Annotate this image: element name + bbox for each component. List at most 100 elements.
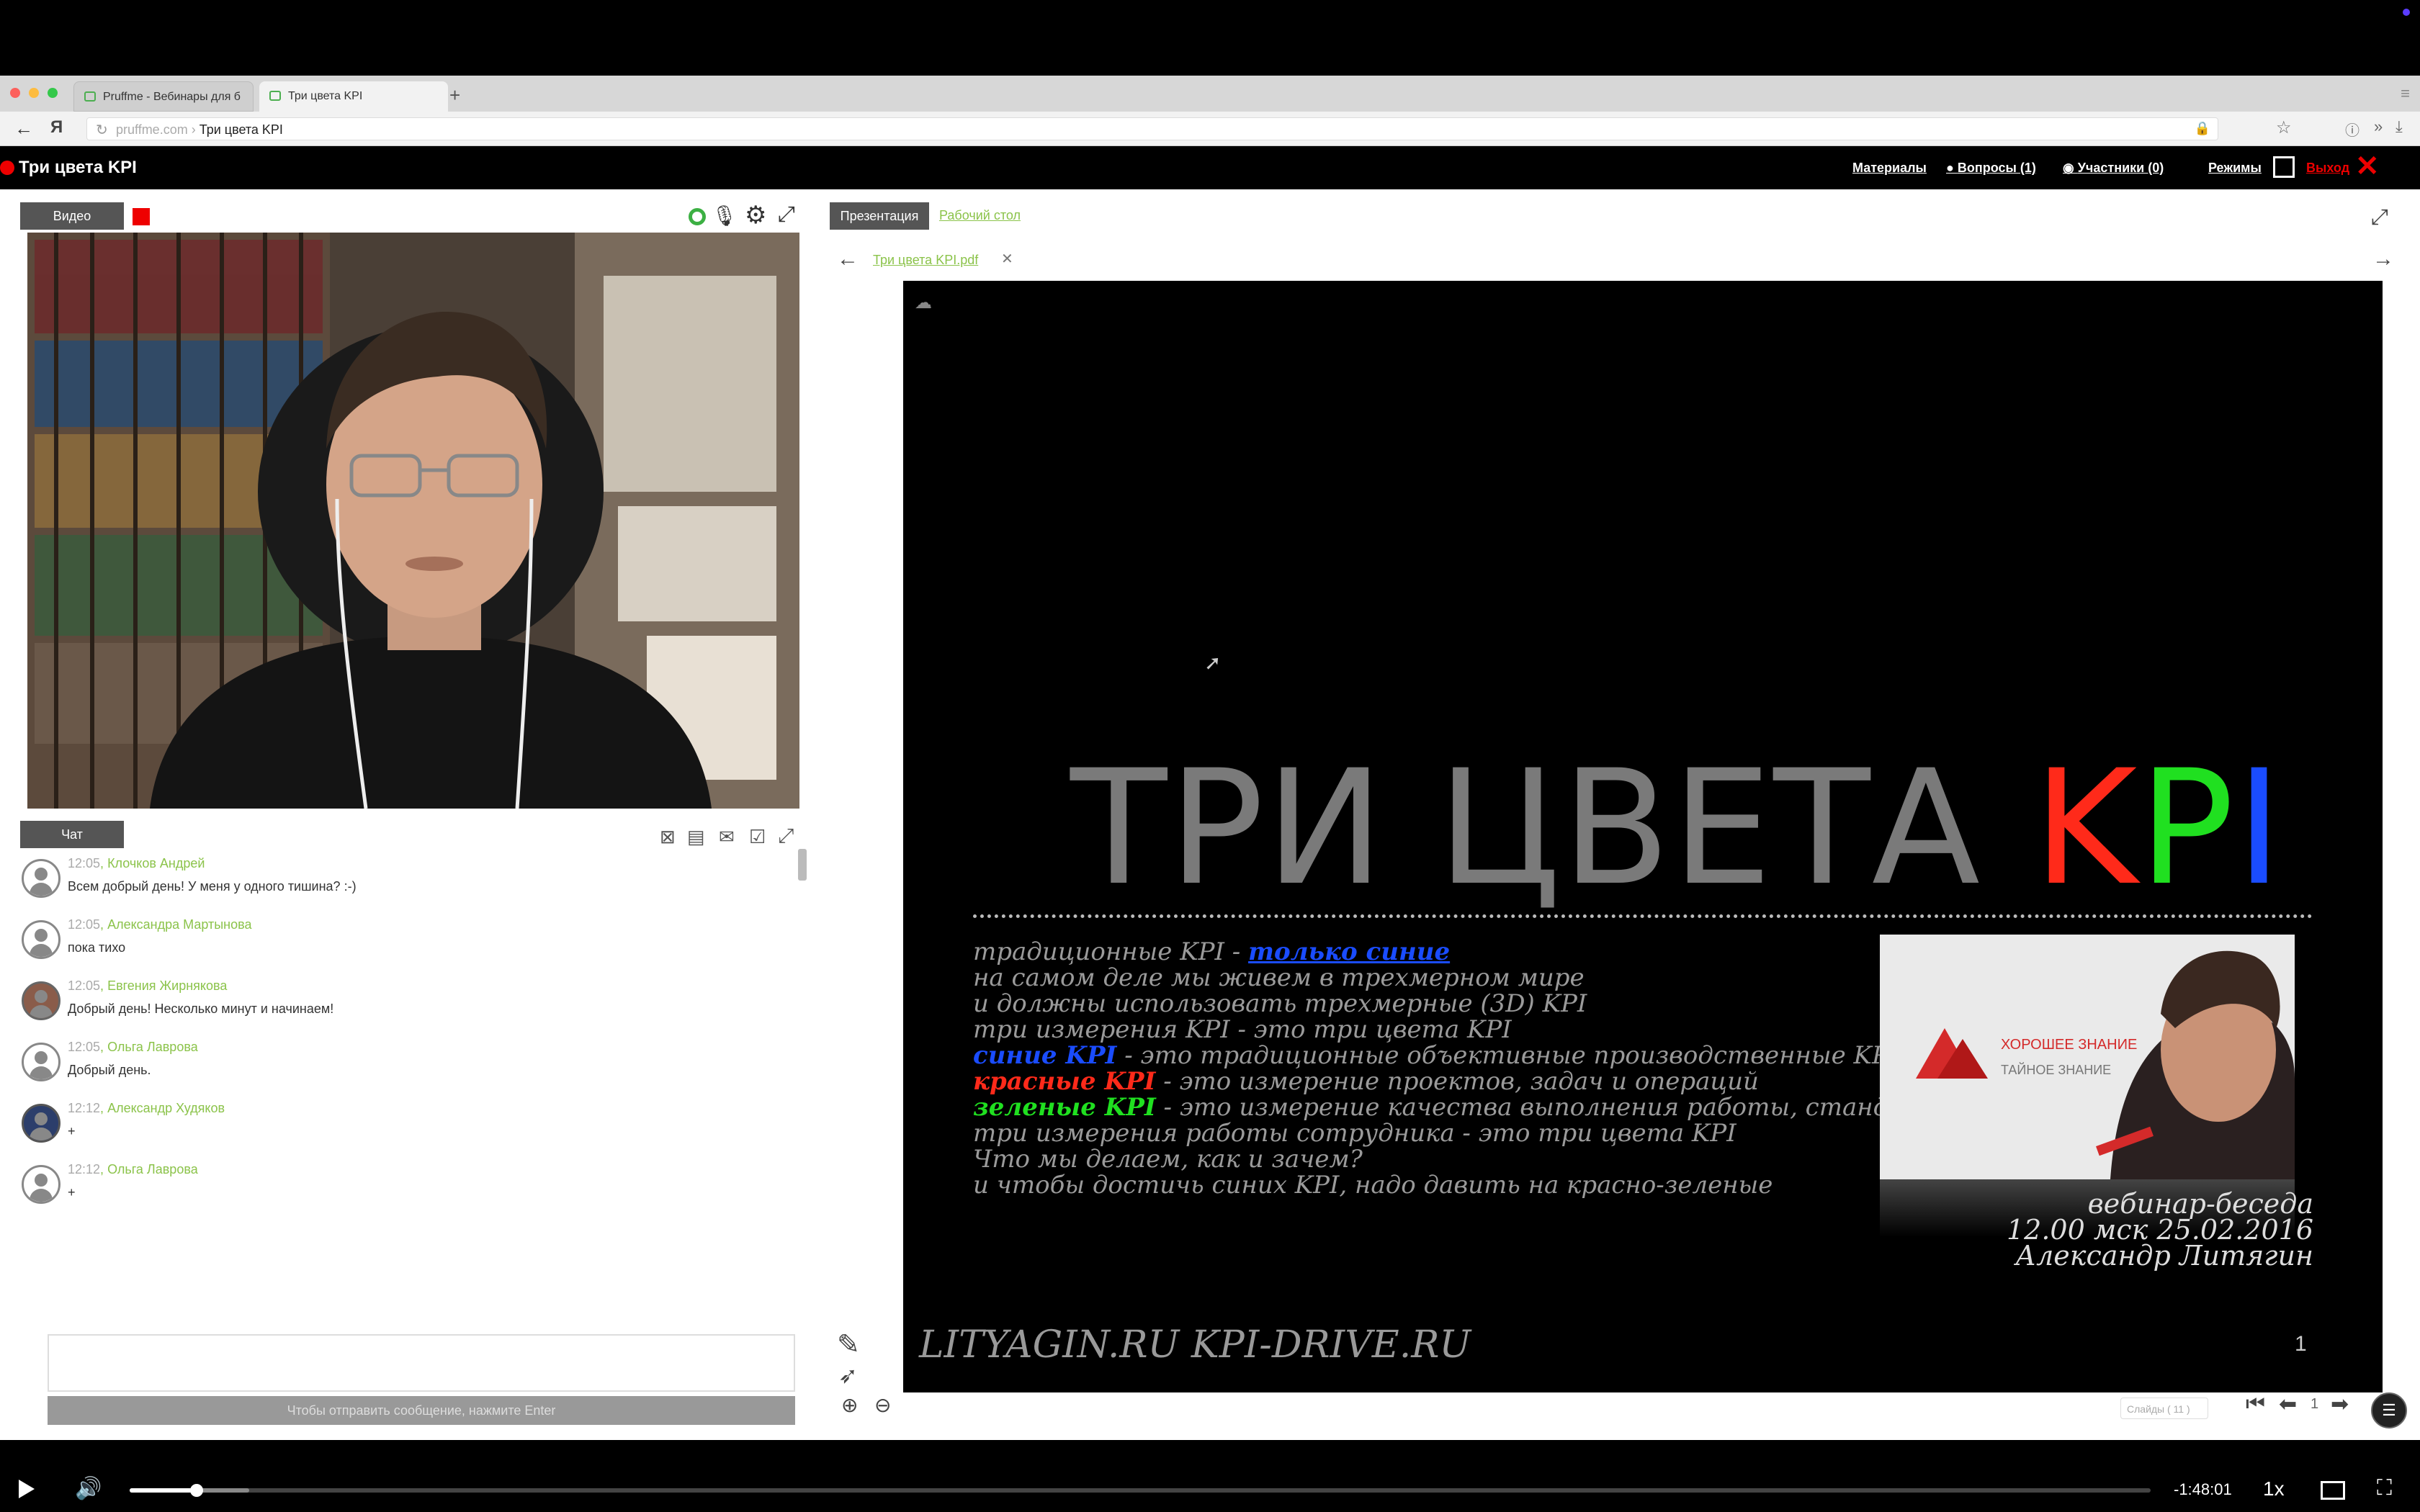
browser-tab-pruffme[interactable]: Pruffme - Вебинары для б <box>73 81 254 112</box>
chat-scrollbar[interactable] <box>798 849 807 881</box>
yandex-icon[interactable]: Я <box>50 117 63 138</box>
exit-link[interactable]: Выход <box>2306 161 2349 176</box>
broadcast-status-icon <box>689 208 706 225</box>
mail-icon[interactable]: ✉ <box>719 826 735 848</box>
clear-chat-icon[interactable]: ⊠ <box>660 826 676 848</box>
question-bubble-icon: ● <box>1946 161 1958 175</box>
zoom-in-icon[interactable]: ⊕ <box>841 1393 858 1417</box>
back-arrow-icon[interactable]: ← <box>14 117 33 140</box>
chat-message: 12:05, Евгения Жирнякова Добрый день! Не… <box>22 977 785 1033</box>
zoom-window-button[interactable] <box>48 88 58 98</box>
playback-speed-button[interactable]: 1x <box>2263 1477 2285 1500</box>
close-icon[interactable]: ✕ <box>2355 152 2380 181</box>
speaker-video[interactable] <box>27 233 799 809</box>
prev-slide-icon[interactable]: ⬅ <box>2279 1392 2297 1417</box>
slide-line: на самом деле мы живем в трехмерном мире <box>973 963 1585 992</box>
chat-author[interactable]: Александра Мартынова <box>107 917 251 932</box>
pointer-icon[interactable]: ➶ <box>838 1362 858 1389</box>
current-slide-number: 1 <box>2311 1396 2319 1412</box>
chat-author[interactable]: Ольга Лаврова <box>107 1162 198 1176</box>
slide-divider <box>973 914 2313 918</box>
presentation-slide[interactable]: ☁ ➚ ТРИ ЦВЕТА KPI традиционные KPI - тол… <box>903 281 2383 1392</box>
microphone-icon[interactable]: 🎙 <box>712 204 738 228</box>
layout-icon[interactable] <box>2273 156 2295 178</box>
mouse-cursor-icon: ➚ <box>1204 652 1222 674</box>
avatar <box>22 1043 60 1081</box>
close-window-button[interactable] <box>10 88 20 98</box>
avatar <box>22 859 60 898</box>
menu-icon[interactable]: ≡ <box>2401 84 2410 103</box>
export-chat-icon[interactable]: ▤ <box>687 826 705 848</box>
modes-link[interactable]: Режимы <box>2208 161 2262 176</box>
play-icon[interactable] <box>19 1480 35 1498</box>
chat-tab[interactable]: Чат <box>20 821 124 848</box>
materials-link[interactable]: Материалы <box>1852 161 1927 176</box>
file-name-tab[interactable]: Три цвета KPI.pdf <box>873 253 978 268</box>
chat-author[interactable]: Евгения Жирнякова <box>107 978 227 993</box>
zoom-out-icon[interactable]: ⊖ <box>874 1393 891 1417</box>
speaker-video-frame <box>27 233 799 809</box>
slide-line: и должны использовать трехмерные (3D) KP… <box>973 989 1587 1018</box>
expand-icon[interactable]: ⤢ <box>778 202 795 227</box>
chat-message: 12:12, Александр Худяков + <box>22 1099 785 1156</box>
reload-icon[interactable]: ↻ <box>96 121 108 139</box>
expand-chat-icon[interactable]: ⤢ <box>778 824 794 848</box>
eye-icon: ◉ <box>2063 161 2078 175</box>
tab-desktop[interactable]: Рабочий стол <box>939 208 1021 223</box>
next-file-arrow-icon[interactable]: → <box>2372 247 2394 271</box>
stop-broadcast-icon[interactable] <box>133 208 150 225</box>
chat-message: 12:05, Александра Мартынова пока тихо <box>22 916 785 972</box>
bookmark-star-icon[interactable]: ☆ <box>2276 117 2292 138</box>
chat-author[interactable]: Ольга Лаврова <box>107 1040 198 1054</box>
address-bar: ← Я ↻ pruffme.com › Три цвета KPI 🔒 ☆ ⓘ … <box>0 112 2420 146</box>
live-indicator-icon <box>0 161 14 175</box>
download-icon[interactable]: ⤓ <box>2396 117 2403 136</box>
webinar-room: Видео 🎙 ⚙ ⤢ Чат ⊠ ▤ ✉ ☑ ⤢ 12:05, Клочков… <box>0 189 2420 1440</box>
seek-handle[interactable] <box>189 1484 203 1497</box>
next-slide-icon[interactable]: ➡ <box>2331 1392 2349 1417</box>
new-tab-button[interactable]: + <box>449 84 460 107</box>
slide-line: три измерения KPI - это три цвета KPI <box>973 1015 1512 1044</box>
slides-count: Слайды ( 11 ) <box>2120 1398 2208 1419</box>
send-hint-bar[interactable]: Чтобы отправить сообщение, нажмите Enter <box>48 1396 795 1425</box>
app-header: Три цвета KPI Материалы ● Вопросы (1) ◉ … <box>0 146 2420 189</box>
slide-title: ТРИ ЦВЕТА KPI <box>1070 736 2284 920</box>
extension-icon[interactable]: ⓘ <box>2345 119 2360 140</box>
chat-message: 12:05, Клочков Андрей Всем добрый день! … <box>22 855 785 911</box>
more-arrows-icon[interactable]: » <box>2374 117 2383 136</box>
exit-fullscreen-icon[interactable]: ⛶ <box>2377 1476 2392 1500</box>
picture-in-picture-icon[interactable] <box>2321 1481 2345 1500</box>
prev-file-arrow-icon[interactable]: ← <box>837 247 859 271</box>
fullscreen-presentation-icon[interactable]: ⤢ <box>2371 205 2388 230</box>
webinar-title: Три цвета KPI <box>19 158 137 177</box>
browser-tab-active[interactable]: Три цвета KPI <box>259 81 448 112</box>
chat-author[interactable]: Клочков Андрей <box>107 856 205 870</box>
slide-line: и чтобы достичь синих KPI, надо давить н… <box>973 1171 1773 1200</box>
gear-icon[interactable]: ⚙ <box>745 201 766 230</box>
close-file-icon[interactable]: ✕ <box>1001 250 1013 268</box>
chat-message-input[interactable] <box>48 1334 795 1392</box>
first-slide-icon[interactable]: ⏮ <box>2246 1392 2265 1416</box>
minimize-window-button[interactable] <box>29 88 39 98</box>
status-dot-icon <box>2403 9 2410 16</box>
participants-link[interactable]: ◉ Участники (0) <box>2063 161 2164 176</box>
event-info: вебинар-беседа 12.00 мск 25.02.2016 Алек… <box>2007 1188 2313 1272</box>
chat-message: 12:12, Ольга Лаврова + <box>22 1161 785 1217</box>
lock-icon: 🔒 <box>2194 121 2210 135</box>
pen-icon[interactable]: ✎ <box>837 1328 860 1361</box>
tab-presentation[interactable]: Презентация <box>830 202 929 230</box>
slide-line: красные KPI - это измерение проектов, за… <box>973 1067 1759 1096</box>
chat-author[interactable]: Александр Худяков <box>107 1101 225 1115</box>
chat-message: 12:05, Ольга Лаврова Добрый день. <box>22 1038 785 1094</box>
url-field[interactable]: ↻ pruffme.com › Три цвета KPI 🔒 <box>86 117 2218 140</box>
seek-bar[interactable] <box>130 1484 2151 1497</box>
browser-tab-bar: Pruffme - Вебинары для б Три цвета KPI +… <box>0 76 2420 112</box>
slide-line: традиционные KPI - только синие <box>973 937 1451 966</box>
volume-icon[interactable]: 🔊 <box>75 1476 102 1501</box>
video-tab[interactable]: Видео <box>20 202 124 230</box>
slide-page-number: 1 <box>2295 1332 2307 1356</box>
tab-favicon-icon <box>84 91 96 102</box>
captions-icon[interactable]: ☰ <box>2371 1392 2407 1428</box>
questions-link[interactable]: ● Вопросы (1) <box>1946 161 2036 176</box>
check-icon[interactable]: ☑ <box>749 826 766 848</box>
